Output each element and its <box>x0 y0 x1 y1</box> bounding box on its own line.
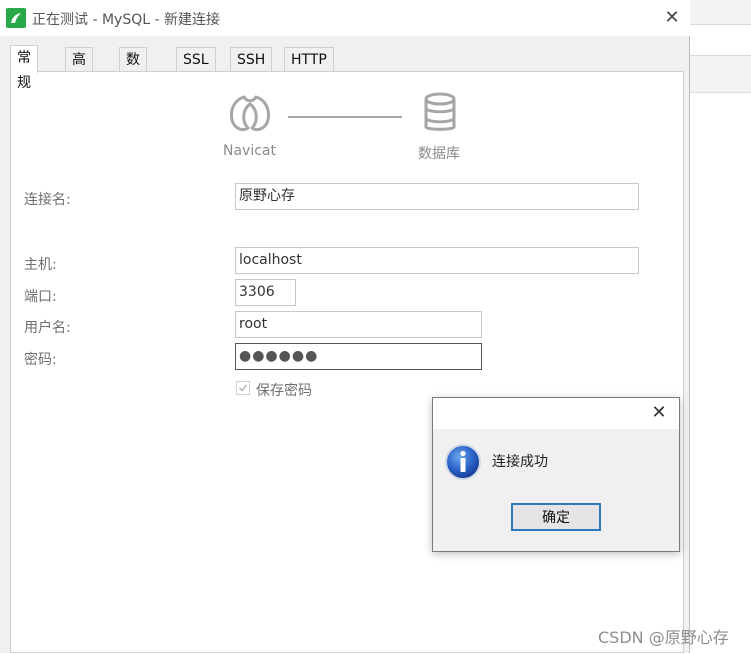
window-titlebar: 正在测试 - MySQL - 新建连接 ✕ <box>0 0 690 36</box>
connection-name-label: 连接名: <box>24 192 71 208</box>
username-label: 用户名: <box>24 320 71 336</box>
navicat-app-icon <box>6 8 26 28</box>
connection-line <box>288 116 402 118</box>
watermark: CSDN @原野心存 <box>598 628 729 647</box>
host-input[interactable]: localhost <box>235 247 639 274</box>
port-label: 端口: <box>24 289 57 305</box>
save-password-checkbox[interactable] <box>236 381 250 395</box>
background-window-pane <box>690 92 751 654</box>
connection-name-input[interactable]: 原野心存 <box>235 183 639 210</box>
tab-http[interactable]: HTTP <box>284 47 334 72</box>
navicat-icon <box>230 95 270 132</box>
window-title: 正在测试 - MySQL - 新建连接 <box>32 12 220 28</box>
background-window-field <box>690 24 751 56</box>
database-caption: 数据库 <box>418 146 460 162</box>
database-icon <box>424 92 456 131</box>
window-close-icon[interactable]: ✕ <box>660 6 684 30</box>
dialog-close-icon[interactable]: ✕ <box>647 401 671 425</box>
tab-general[interactable]: 常规 <box>10 45 38 91</box>
new-connection-window: 正在测试 - MySQL - 新建连接 ✕ 常规 高级 数据库 SSL SSH … <box>0 0 690 653</box>
checkmark-icon <box>238 384 248 392</box>
password-label: 密码: <box>24 352 57 368</box>
tab-ssl[interactable]: SSL <box>176 47 216 72</box>
info-icon <box>445 444 481 480</box>
host-label: 主机: <box>24 257 57 273</box>
dialog-message: 连接成功 <box>492 454 548 470</box>
password-input[interactable]: ●●●●●● <box>235 343 482 370</box>
tab-advanced[interactable]: 高级 <box>65 47 93 93</box>
tab-databases[interactable]: 数据库 <box>119 47 147 118</box>
dialog-titlebar: ✕ <box>433 398 679 429</box>
tab-ssh[interactable]: SSH <box>230 47 273 72</box>
navicat-caption: Navicat <box>223 143 276 159</box>
ok-button[interactable]: 确定 <box>511 503 601 531</box>
port-input[interactable]: 3306 <box>235 279 296 306</box>
connection-success-dialog: ✕ 连接成功 确定 <box>432 397 680 552</box>
save-password-label: 保存密码 <box>256 383 312 399</box>
username-input[interactable]: root <box>235 311 482 338</box>
